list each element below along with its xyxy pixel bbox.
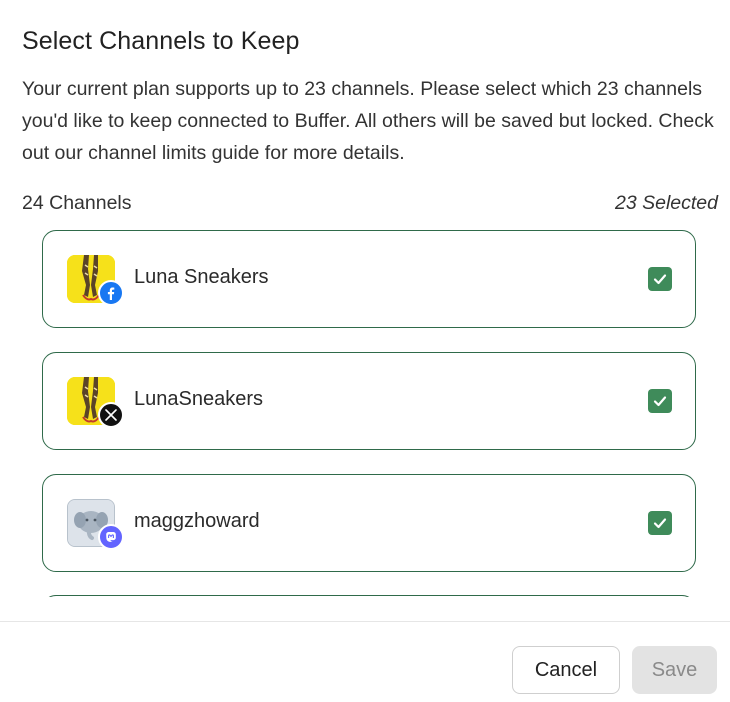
- dialog-title: Select Channels to Keep: [22, 27, 300, 55]
- channel-card[interactable]: [42, 595, 696, 597]
- channel-name: Luna Sneakers: [134, 266, 269, 288]
- footer-divider: [0, 621, 730, 622]
- save-button[interactable]: Save: [632, 646, 717, 694]
- checkmark-icon: [653, 396, 667, 407]
- checkmark-icon: [653, 274, 667, 285]
- cancel-button[interactable]: Cancel: [512, 646, 620, 694]
- channel-count: 24 Channels: [22, 192, 132, 214]
- x-icon: [98, 402, 124, 428]
- channel-list[interactable]: Luna Sneakers LunaSneakers maggzhoward: [42, 230, 696, 597]
- channel-name: LunaSneakers: [134, 388, 263, 410]
- channel-checkbox[interactable]: [648, 389, 672, 413]
- channel-card[interactable]: Luna Sneakers: [42, 230, 696, 328]
- checkmark-icon: [653, 518, 667, 529]
- channel-checkbox[interactable]: [648, 511, 672, 535]
- dialog-description: Your current plan supports up to 23 chan…: [22, 78, 714, 164]
- channel-name: maggzhoward: [134, 510, 260, 532]
- mastodon-icon: [98, 524, 124, 550]
- channel-card[interactable]: maggzhoward: [42, 474, 696, 572]
- channel-card[interactable]: LunaSneakers: [42, 352, 696, 450]
- facebook-icon: [98, 280, 124, 306]
- count-row: 24 Channels 23 Selected: [22, 192, 718, 215]
- selected-count: 23 Selected: [615, 192, 718, 214]
- channel-checkbox[interactable]: [648, 267, 672, 291]
- select-channels-dialog: Select Channels to Keep Your current pla…: [0, 0, 730, 702]
